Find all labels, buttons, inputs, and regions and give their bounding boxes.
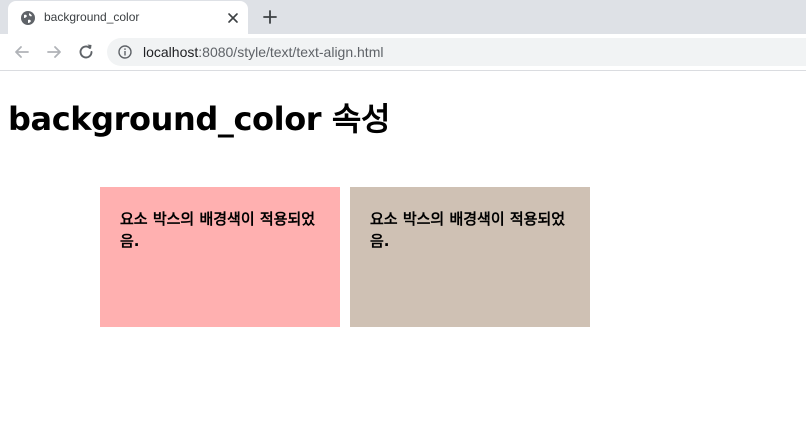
- tab-title: background_color: [44, 10, 140, 24]
- box-text: 요소 박스의 배경색이 적용되었음.: [370, 210, 566, 250]
- forward-arrow-icon[interactable]: [44, 42, 64, 62]
- back-arrow-icon[interactable]: [12, 42, 32, 62]
- page-title: background_color 속성: [8, 100, 390, 138]
- url-host: localhost: [143, 44, 199, 60]
- tab-strip: background_color: [0, 0, 806, 34]
- pink-content-box: 요소 박스의 배경색이 적용되었음.: [100, 187, 340, 327]
- url-text: localhost:8080/style/text/text-align.htm…: [143, 44, 383, 60]
- tan-content-box: 요소 박스의 배경색이 적용되었음.: [350, 187, 590, 327]
- plus-icon[interactable]: [262, 9, 278, 25]
- box-text: 요소 박스의 배경색이 적용되었음.: [120, 210, 316, 250]
- reload-icon[interactable]: [76, 42, 96, 62]
- info-icon[interactable]: [118, 45, 132, 59]
- globe-icon: [21, 11, 35, 25]
- url-path: :8080/style/text/text-align.html: [198, 44, 384, 60]
- browser-tab[interactable]: background_color: [8, 1, 248, 34]
- close-icon[interactable]: [225, 10, 241, 26]
- address-bar[interactable]: localhost:8080/style/text/text-align.htm…: [107, 38, 806, 66]
- browser-toolbar: localhost:8080/style/text/text-align.htm…: [0, 34, 806, 71]
